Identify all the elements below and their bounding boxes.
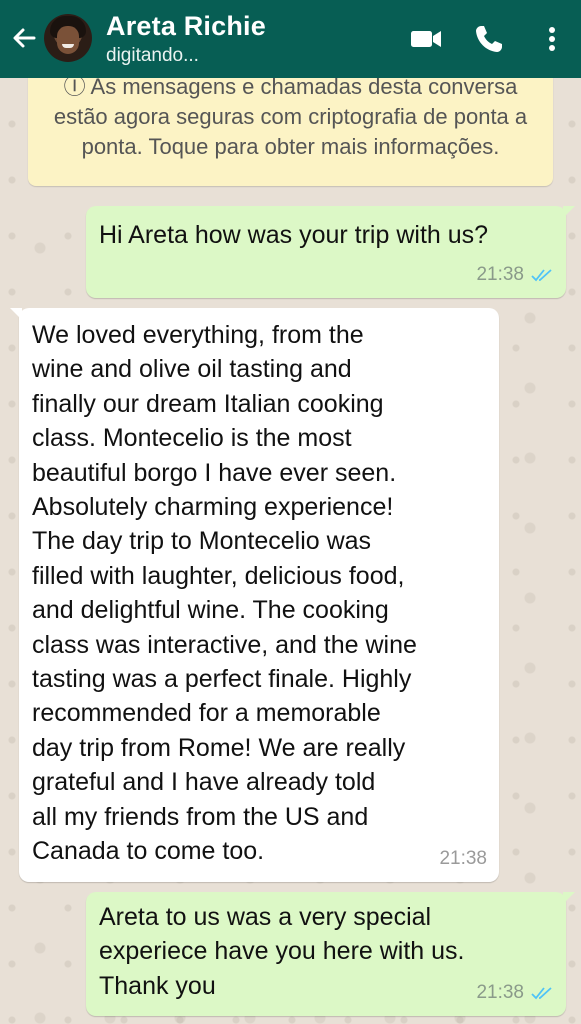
encryption-notice-text: Ⓘ As mensagens e chamadas desta conversa… bbox=[53, 74, 528, 159]
contact-name: Areta Richie bbox=[106, 11, 266, 41]
double-check-icon bbox=[531, 269, 552, 282]
chat-header: Areta Richie digitando... bbox=[0, 0, 581, 78]
back-arrow-icon[interactable] bbox=[8, 22, 40, 54]
message-text: Hi Areta how was your trip with us? bbox=[99, 221, 489, 249]
double-check-icon bbox=[531, 987, 552, 1000]
message-meta: 21:38 bbox=[476, 258, 554, 292]
message-text: We loved everything, from the wine and o… bbox=[32, 321, 417, 866]
message-time: 21:38 bbox=[476, 263, 524, 285]
contact-status: digitando... bbox=[106, 45, 199, 66]
encryption-notice[interactable]: Ⓘ As mensagens e chamadas desta conversa… bbox=[28, 70, 553, 186]
message-time: 21:38 bbox=[476, 981, 524, 1003]
message-meta: 21:38 bbox=[439, 842, 487, 876]
contact-info[interactable]: Areta Richie digitando... bbox=[106, 10, 266, 68]
message-meta: 21:38 bbox=[476, 976, 554, 1010]
incoming-message[interactable]: We loved everything, from the wine and o… bbox=[10, 308, 499, 882]
phone-call-icon[interactable] bbox=[472, 22, 506, 56]
video-call-icon[interactable] bbox=[409, 22, 443, 56]
message-time: 21:38 bbox=[439, 847, 487, 869]
message-list[interactable]: Ⓘ As mensagens e chamadas desta conversa… bbox=[0, 70, 581, 1024]
outgoing-message[interactable]: Areta to us was a very special experiece… bbox=[86, 892, 575, 1016]
outgoing-message[interactable]: Hi Areta how was your trip with us? 21:3… bbox=[86, 206, 575, 298]
more-options-icon[interactable] bbox=[535, 22, 569, 56]
contact-avatar[interactable] bbox=[44, 14, 92, 62]
